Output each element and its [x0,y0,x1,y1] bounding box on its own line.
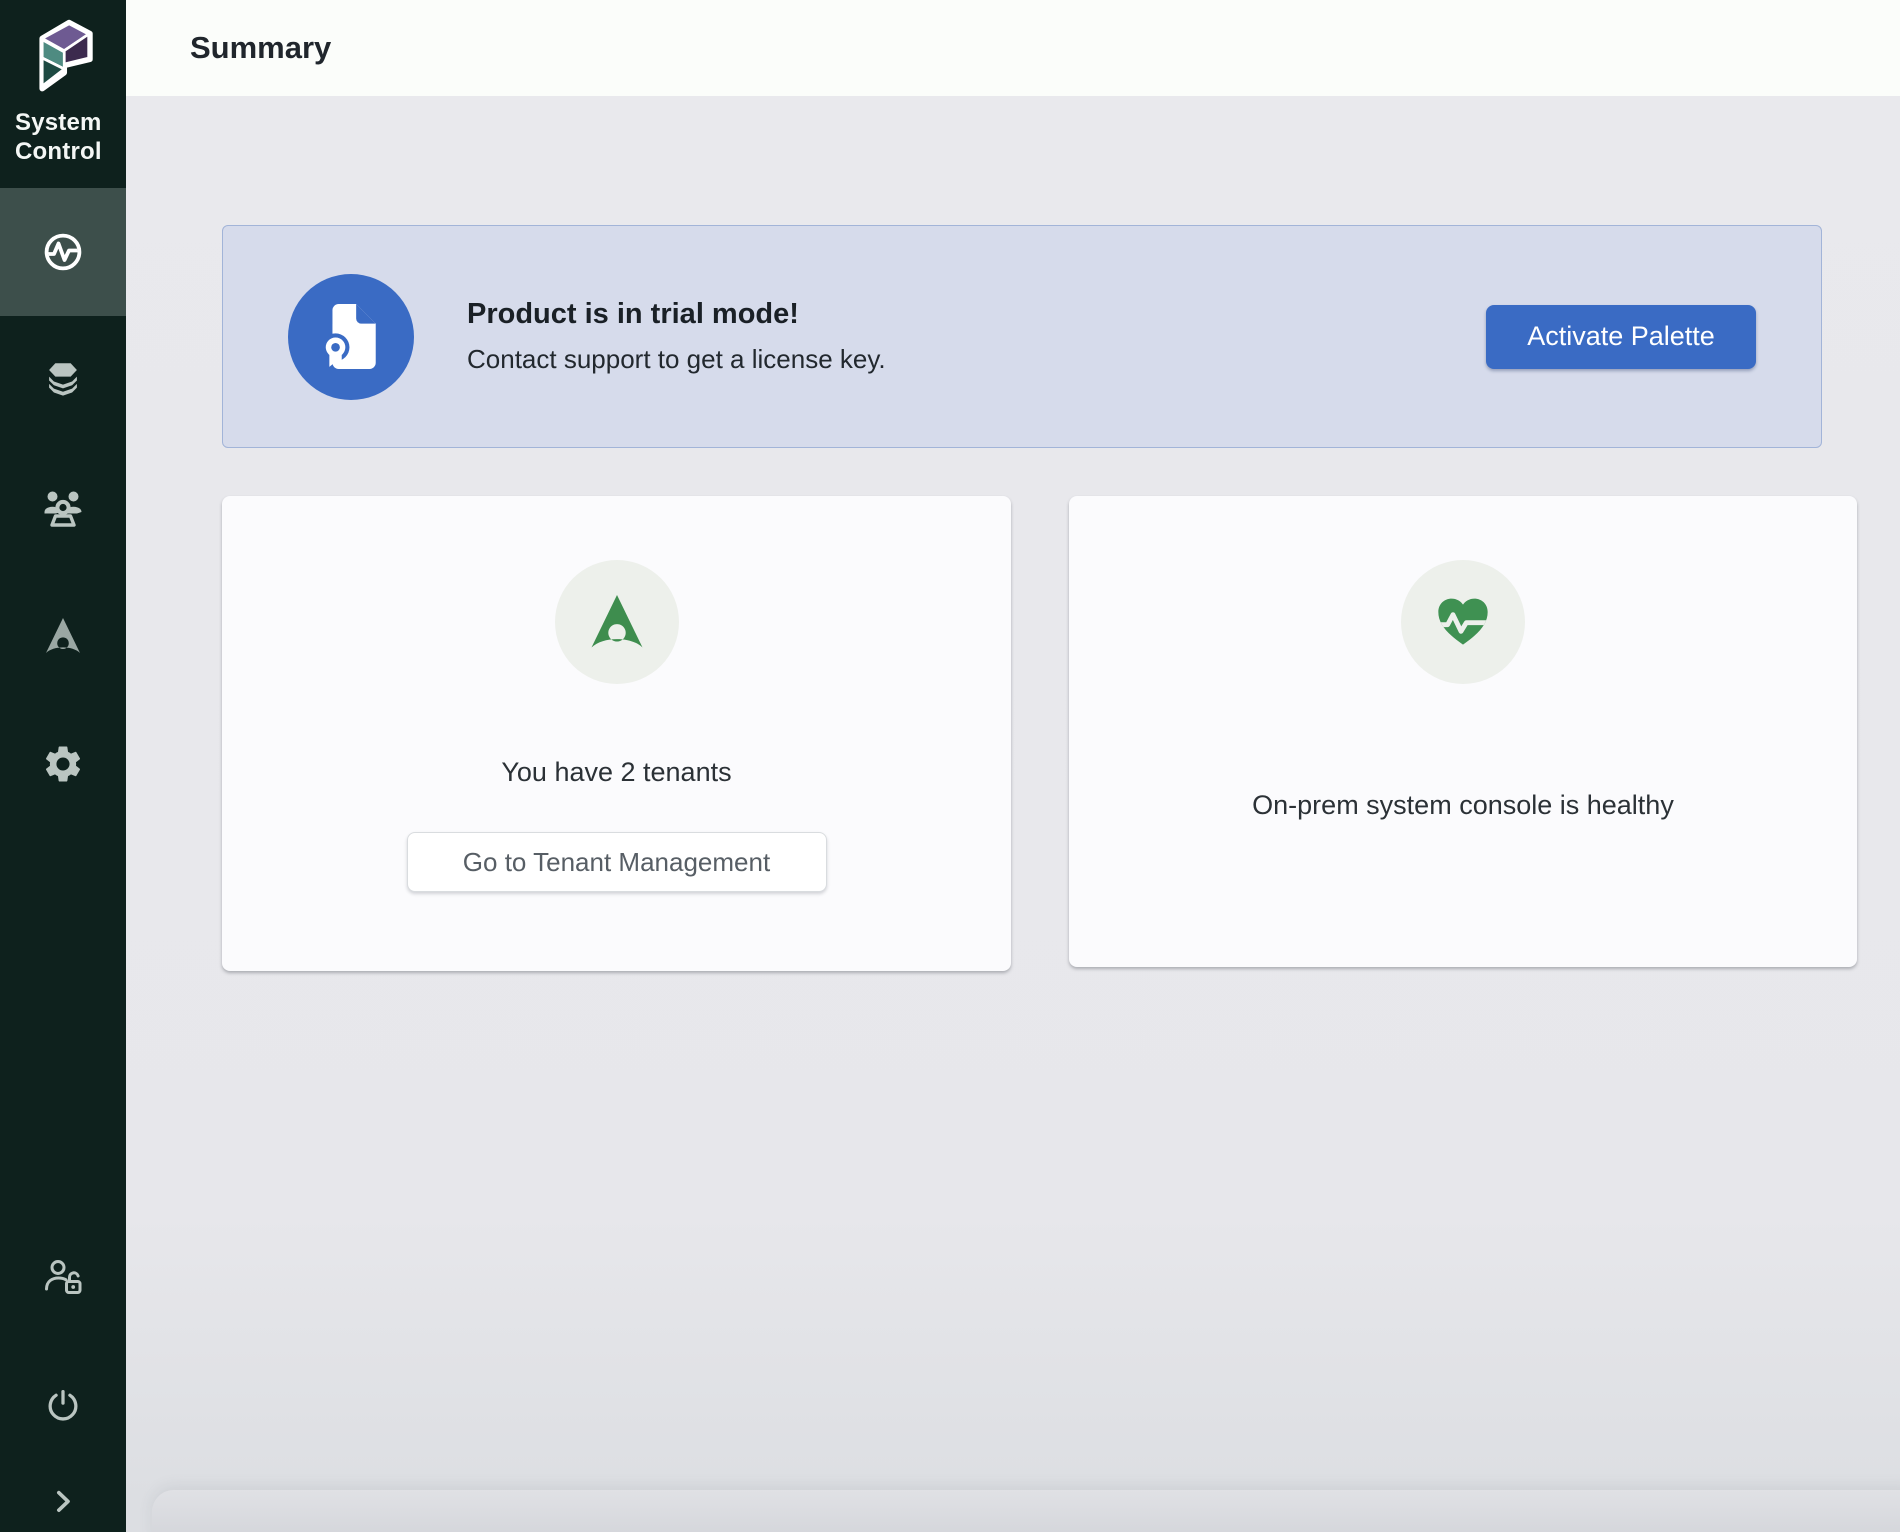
tenant-arch-icon [581,586,653,658]
user-lock-icon [39,1254,87,1302]
health-status-text: On-prem system console is healthy [1252,790,1674,821]
activity-monitor-icon [39,228,87,276]
heart-pulse-icon [1431,590,1495,654]
page-title: Summary [190,30,331,66]
sidebar-item-stacks[interactable] [0,316,126,444]
power-icon [40,1383,86,1429]
main-content: Product is in trial mode! Contact suppor… [126,96,1900,1532]
activate-palette-button[interactable]: Activate Palette [1486,305,1756,369]
palette-a-icon [39,612,87,660]
trial-banner-title: Product is in trial mode! [467,298,886,331]
license-badge [288,274,414,400]
app-title-line1: System [15,108,126,137]
expand-chevron-icon [43,1481,83,1521]
sidebar-item-user-access[interactable] [0,1214,126,1342]
sidebar-item-summary[interactable] [0,188,126,316]
trial-banner-subtitle: Contact support to get a license key. [467,344,886,375]
app-root: System Control [0,0,1900,1532]
sidebar-item-tenants[interactable] [0,444,126,572]
app-title-line2: Control [15,137,126,166]
trial-banner: Product is in trial mode! Contact suppor… [222,225,1822,448]
settings-gear-icon [40,741,86,787]
app-title: System Control [0,108,126,166]
bottom-sheet-edge [152,1490,1900,1532]
sidebar: System Control [0,0,126,1532]
tenants-card: You have 2 tenants Go to Tenant Manageme… [222,496,1011,971]
sidebar-item-settings[interactable] [0,700,126,828]
trial-banner-text: Product is in trial mode! Contact suppor… [467,298,886,375]
tenants-count-text: You have 2 tenants [501,757,731,788]
sidebar-expand-button[interactable] [0,1470,126,1532]
go-to-tenant-management-button[interactable]: Go to Tenant Management [407,832,827,892]
stacks-icon [40,357,86,403]
tenants-icon [39,484,87,532]
palette-p-logo [0,14,126,102]
topbar: Summary [126,0,1900,96]
health-icon-circle [1401,560,1525,684]
tenant-icon-circle [555,560,679,684]
health-card: On-prem system console is healthy [1069,496,1857,967]
sidebar-item-power[interactable] [0,1342,126,1470]
palette-p-logo-icon [26,14,100,102]
license-icon [322,303,380,371]
sidebar-item-palette[interactable] [0,572,126,700]
sidebar-footer [0,1214,126,1532]
sidebar-nav [0,188,126,828]
